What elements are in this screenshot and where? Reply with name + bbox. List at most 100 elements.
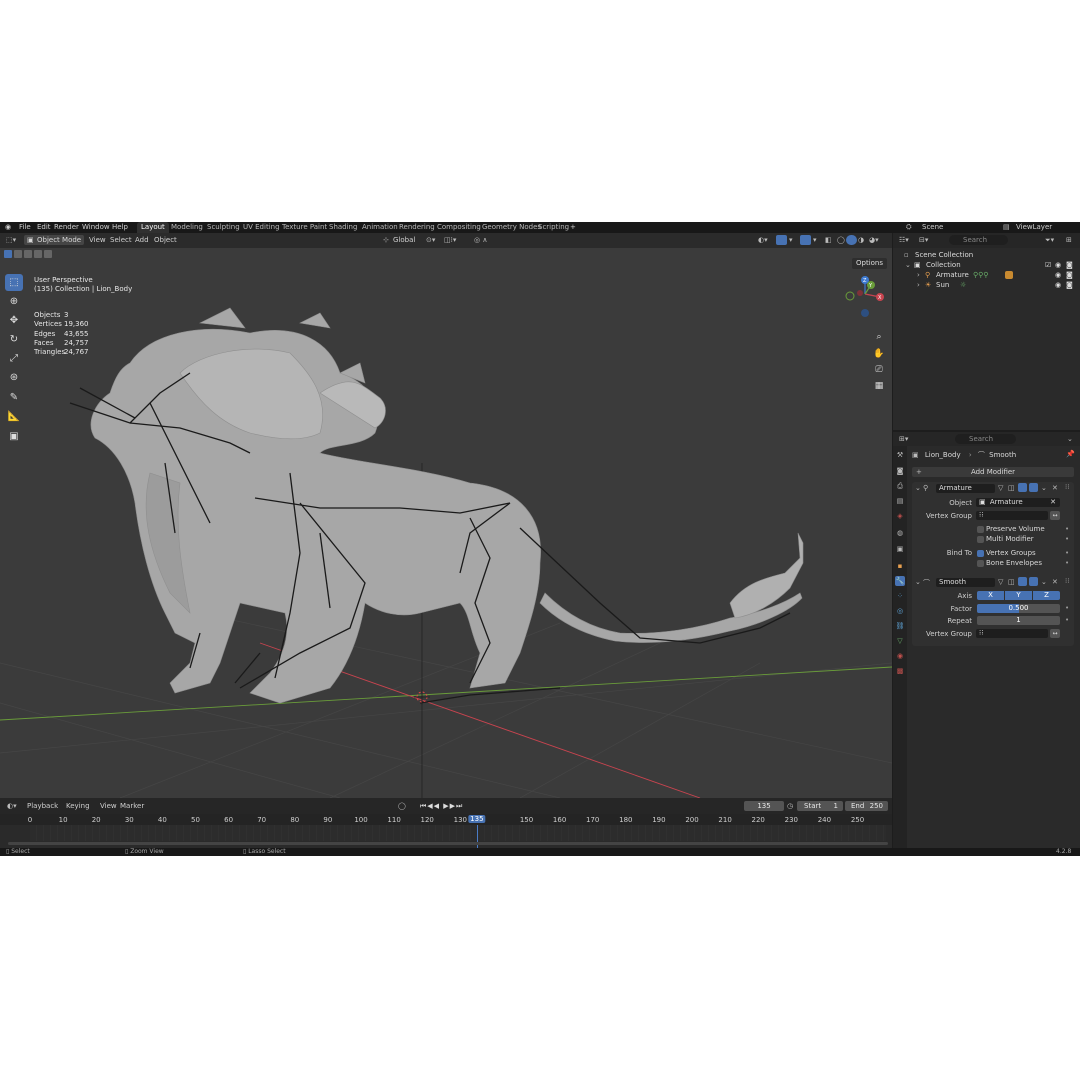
tab-shading[interactable]: Shading <box>325 222 361 233</box>
auto-keying-icon[interactable]: ◯ <box>398 802 406 810</box>
menu-playback[interactable]: Playback <box>27 802 58 810</box>
properties-editor-type-icon[interactable]: ⊞▾ <box>899 435 908 443</box>
menu-help[interactable]: Help <box>112 223 128 231</box>
edit-mode-icon[interactable]: ▽ <box>998 484 1003 492</box>
menu-timeline-view[interactable]: View <box>100 802 117 810</box>
view-layer-name[interactable]: ViewLayer <box>1016 223 1052 231</box>
collection-tab-icon[interactable]: ▣ <box>895 544 905 554</box>
cage-icon[interactable]: ◫ <box>1008 484 1015 492</box>
invert-vertex-group-icon[interactable]: ↔ <box>1050 511 1060 520</box>
end-frame-field[interactable]: End 250 <box>845 801 888 811</box>
menu-file[interactable]: File <box>19 223 31 231</box>
measure-tool-icon[interactable]: 📐 <box>5 408 23 425</box>
object-field[interactable]: ▣ Armature ✕ <box>976 498 1060 507</box>
rotate-tool-icon[interactable]: ↻ <box>5 331 23 348</box>
keyframe-dot-icon[interactable]: • <box>1065 535 1069 543</box>
multi-modifier-checkbox[interactable] <box>977 536 984 543</box>
armature-modifier-name-field[interactable]: Armature <box>936 484 995 493</box>
factor-slider[interactable]: 0.500 <box>977 604 1060 613</box>
timeline-editor-type-icon[interactable]: ◐▾ <box>7 802 17 810</box>
filter-icon[interactable]: ⏷▾ <box>1045 236 1054 245</box>
blender-logo-icon[interactable]: ◉ <box>5 223 11 231</box>
render-camera-icon[interactable]: ◙ <box>1066 260 1073 270</box>
timeline-tracks[interactable] <box>30 825 886 841</box>
visibility-eye-icon[interactable]: ◉ <box>1055 270 1061 280</box>
axis-y-toggle[interactable]: Y <box>1005 591 1032 600</box>
show-viewport-icon[interactable] <box>1018 483 1027 492</box>
smooth-modifier-name-field[interactable]: Smooth <box>936 578 995 587</box>
tab-sculpting[interactable]: Sculpting <box>203 222 244 233</box>
camera-view-icon[interactable]: ⎚ <box>872 363 886 377</box>
texture-tab-icon[interactable]: ▩ <box>895 666 905 676</box>
menu-marker[interactable]: Marker <box>120 802 144 810</box>
scene-tab-icon[interactable]: ◈ <box>895 511 905 521</box>
display-mode-icon[interactable]: ⊟▾ <box>919 236 928 244</box>
tab-scripting[interactable]: Scripting <box>534 222 573 233</box>
menu-render[interactable]: Render <box>54 223 79 231</box>
tab-texture-paint[interactable]: Texture Paint <box>278 222 331 233</box>
remove-modifier-icon[interactable]: ✕ <box>1052 484 1058 492</box>
modifier-menu-icon[interactable]: ⌄ <box>1041 578 1047 586</box>
keyframe-dot-icon[interactable]: • <box>1065 549 1069 557</box>
add-modifier-button[interactable]: + Add Modifier <box>912 467 1074 477</box>
perspective-toggle-icon[interactable]: ▦ <box>872 379 886 393</box>
exclude-checkbox-icon[interactable]: ☑ <box>1045 260 1051 270</box>
view-layer-icon[interactable]: ▤ <box>1003 223 1010 231</box>
move-tool-icon[interactable]: ✥ <box>5 312 23 329</box>
new-collection-icon[interactable]: ⊞ <box>1066 236 1072 244</box>
tool-tab-icon[interactable]: ⚒ <box>895 450 905 460</box>
render-tab-icon[interactable]: ◙ <box>895 466 905 476</box>
menu-window[interactable]: Window <box>82 223 110 231</box>
lion-mesh[interactable] <box>90 307 804 704</box>
add-workspace-button[interactable]: + <box>570 223 576 231</box>
cage-icon[interactable]: ◫ <box>1008 578 1015 586</box>
modifier-menu-icon[interactable]: ⌄ <box>1041 484 1047 492</box>
scene-icon[interactable]: ⛭ <box>906 223 912 232</box>
pin-icon[interactable]: 📌 <box>1066 450 1075 458</box>
collection-row[interactable]: ⌄ ▣ Collection ☑ ◉ ◙ <box>893 260 1080 270</box>
scene-collection-row[interactable]: ▫ Scene Collection <box>893 250 1080 260</box>
add-cube-tool-icon[interactable]: ▣ <box>5 428 23 445</box>
drag-handle-icon[interactable]: ⁞⁞ <box>1065 483 1069 491</box>
breadcrumb-modifier[interactable]: Smooth <box>989 451 1016 459</box>
material-tab-icon[interactable]: ◉ <box>895 651 905 661</box>
modifier-tab-icon[interactable]: 🔧 <box>895 576 905 586</box>
view-layer-tab-icon[interactable]: ▤ <box>895 496 905 506</box>
outliner[interactable]: ☷▾ ⊟▾ Search ⏷▾ ⊞ ▫ Scene Collection ⌄ ▣… <box>893 233 1080 430</box>
show-viewport-icon[interactable] <box>1018 577 1027 586</box>
collapse-icon[interactable]: ⌄ <box>915 484 921 492</box>
properties-editor[interactable]: ⊞▾ Search ⌄ ⚒ ◙ ⎙ ▤ ◈ ◍ ▣ ▪ 🔧 ⁘ ◎ ⛓ ▽ ◉ … <box>893 432 1080 848</box>
vertex-groups-checkbox[interactable] <box>977 550 984 557</box>
visibility-eye-icon[interactable]: ◉ <box>1055 280 1061 290</box>
options-dropdown[interactable]: Options <box>852 258 888 269</box>
collapse-icon[interactable]: ⌄ <box>915 578 921 586</box>
start-frame-field[interactable]: Start 1 <box>797 801 843 811</box>
show-render-icon[interactable] <box>1029 577 1038 586</box>
axis-z-toggle[interactable]: Z <box>1033 591 1060 600</box>
breadcrumb-object[interactable]: Lion_Body <box>925 451 961 459</box>
world-tab-icon[interactable]: ◍ <box>895 528 905 538</box>
preserve-volume-checkbox[interactable] <box>977 526 984 533</box>
playhead-label[interactable]: 135 <box>468 815 486 823</box>
keyframe-dot-icon[interactable]: • <box>1065 525 1069 533</box>
scale-tool-icon[interactable]: ⤢ <box>5 350 23 367</box>
playback-controls-icon[interactable]: ⏮◀◀ ▶▶⏭ <box>420 802 463 811</box>
tab-layout[interactable]: Layout <box>137 222 169 233</box>
outliner-item-armature[interactable]: › ⚲ Armature ⚲⚲⚲ ◉ ◙ <box>893 270 1080 280</box>
3d-cursor[interactable] <box>414 689 430 705</box>
select-box-tool-icon[interactable]: ⬚ <box>5 274 23 291</box>
smooth-vertex-group-field[interactable]: ⁝⁝ <box>976 629 1048 638</box>
expand-icon[interactable]: ⌄ <box>905 260 911 270</box>
timeline-editor[interactable]: ◐▾ Playback Keying View Marker ◯ ⏮◀◀ ▶▶⏭… <box>0 798 892 848</box>
outliner-search-input[interactable]: Search <box>949 235 1008 245</box>
current-frame-field[interactable]: 135 <box>744 801 784 811</box>
keyframe-dot-icon[interactable]: • <box>1065 559 1069 567</box>
timeline-scrollbar[interactable] <box>8 842 888 845</box>
keyframe-dot-icon[interactable]: • <box>1065 616 1069 624</box>
outliner-item-sun[interactable]: › ☀ Sun ☼ ◉ ◙ <box>893 280 1080 290</box>
expand-icon[interactable]: › <box>917 280 920 290</box>
zoom-icon[interactable]: ⌕ <box>872 330 886 344</box>
vertex-group-field[interactable]: ⁝⁝ <box>976 511 1048 520</box>
axis-x-toggle[interactable]: X <box>977 591 1004 600</box>
constraints-tab-icon[interactable]: ⛓ <box>895 621 905 631</box>
